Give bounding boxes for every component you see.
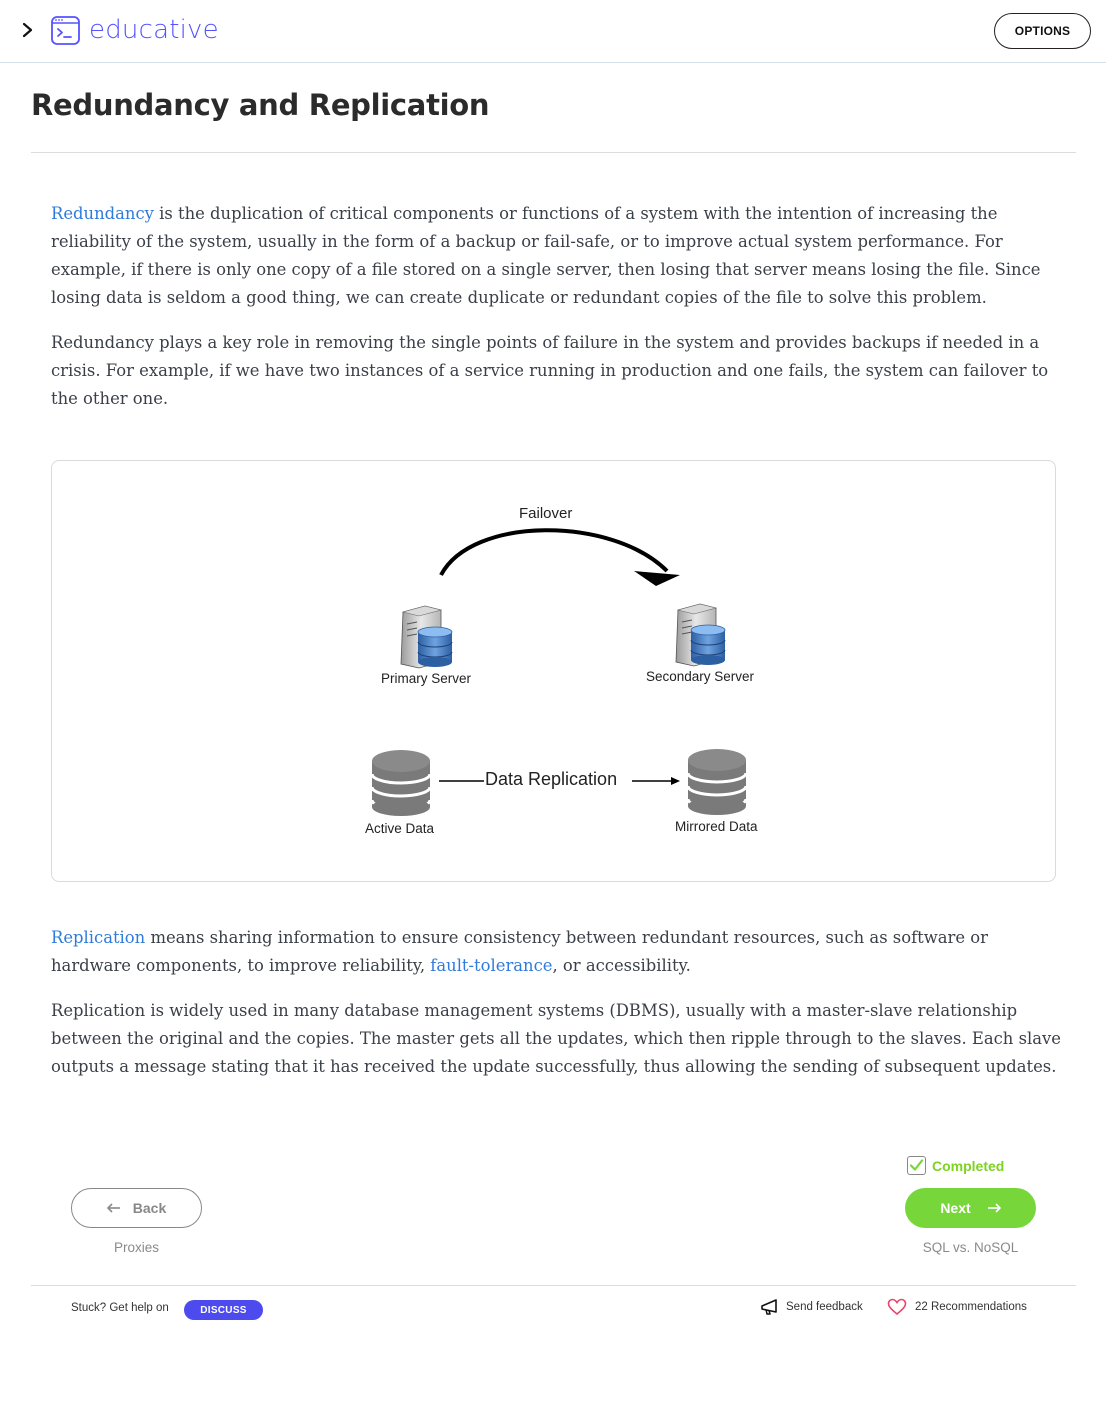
next-button[interactable]: Next	[905, 1188, 1036, 1228]
paragraph-replication-dbms: Replication is widely used in many datab…	[51, 1001, 1061, 1076]
redundancy-replication-diagram: Failover Primary Server Secondary Server…	[51, 460, 1056, 882]
replication-link[interactable]: Replication	[51, 928, 145, 947]
active-data-label: Active Data	[365, 821, 435, 836]
heart-icon	[887, 1298, 907, 1316]
previous-lesson-title[interactable]: Proxies	[71, 1240, 202, 1255]
help-text: Stuck? Get help on	[71, 1302, 169, 1314]
data-replication-label: Data Replication	[485, 769, 618, 789]
back-button[interactable]: Back	[71, 1188, 202, 1228]
active-data-database-icon	[370, 750, 432, 816]
paragraph-replication: Replication means sharing information to…	[51, 924, 1061, 980]
check-icon	[909, 1158, 923, 1171]
completed-status[interactable]: Completed	[907, 1156, 1004, 1175]
mirrored-data-label: Mirrored Data	[675, 819, 758, 834]
paragraph-redundancy: Redundancy is the duplication of critica…	[51, 200, 1061, 312]
primary-server-icon	[400, 605, 453, 669]
next-label: Next	[940, 1200, 971, 1216]
discuss-button[interactable]: DISCUSS	[184, 1300, 263, 1320]
next-lesson-title[interactable]: SQL vs. NoSQL	[895, 1240, 1046, 1255]
diagram-graphics	[370, 528, 748, 816]
redundancy-link[interactable]: Redundancy	[51, 204, 154, 223]
page-title: Redundancy and Replication	[31, 88, 490, 122]
secondary-server-icon	[675, 603, 726, 667]
failover-arrow	[439, 528, 680, 586]
recommendations-link[interactable]: 22 Recommendations	[887, 1298, 1027, 1316]
options-button[interactable]: OPTIONS	[994, 13, 1091, 49]
title-divider	[31, 152, 1076, 153]
paragraph-text: is the duplication of critical component…	[51, 204, 1041, 307]
failover-label: Failover	[519, 505, 573, 522]
completed-label: Completed	[932, 1157, 1005, 1174]
chevron-right-icon[interactable]	[18, 20, 38, 40]
send-feedback-link[interactable]: Send feedback	[760, 1298, 863, 1316]
paragraph-text: , or accessibility.	[552, 956, 691, 975]
footer-divider	[31, 1285, 1076, 1286]
megaphone-icon	[761, 1299, 777, 1315]
educative-logo-icon[interactable]	[51, 16, 80, 45]
logo-text[interactable]: educative	[89, 15, 219, 45]
fault-tolerance-link[interactable]: fault-tolerance	[430, 956, 552, 975]
paragraph-redundancy-role: Redundancy plays a key role in removing …	[51, 333, 1049, 408]
mirrored-data-database-icon	[686, 749, 748, 815]
feedback-label: Send feedback	[786, 1301, 863, 1313]
top-bar: educative OPTIONS	[0, 0, 1106, 63]
recommendations-label: 22 Recommendations	[915, 1301, 1027, 1313]
primary-server-label: Primary Server	[381, 671, 472, 686]
arrow-right-icon	[987, 1203, 1001, 1213]
back-label: Back	[132, 1200, 167, 1216]
completed-checkbox[interactable]	[907, 1156, 926, 1175]
secondary-server-label: Secondary Server	[646, 669, 755, 684]
arrow-left-icon	[106, 1203, 120, 1213]
